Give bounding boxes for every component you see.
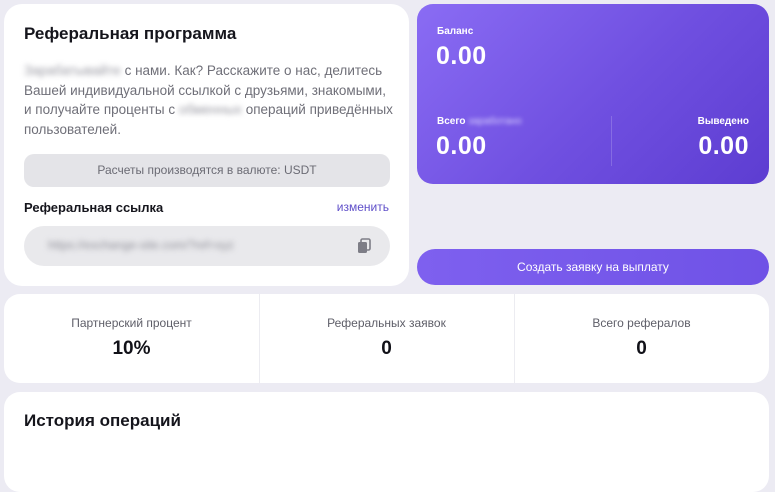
withdrawn-label: Выведено	[697, 116, 749, 127]
operation-history-card: История операций	[4, 392, 769, 492]
referral-link-value: https://exchange-site.com/?ref=xyz	[48, 238, 234, 252]
blurred-text: Зарабатывайте	[24, 63, 121, 78]
stats-card: Партнерский процент 10% Реферальных заяв…	[4, 294, 769, 383]
history-title: История операций	[24, 411, 181, 430]
balance-card: Баланс 0.00 Всего заработано 0.00 Выведе…	[417, 4, 769, 184]
stat-label: Всего рефералов	[592, 316, 691, 330]
balance-label: Баланс	[437, 26, 474, 37]
currency-note: Расчеты производятся в валюте: USDT	[24, 154, 390, 187]
stat-label: Партнерский процент	[71, 316, 192, 330]
referral-link-field[interactable]: https://exchange-site.com/?ref=xyz	[24, 226, 390, 266]
total-earned-value: 0.00	[436, 132, 487, 160]
stat-referral-requests: Реферальных заявок 0	[259, 294, 514, 383]
change-link-button[interactable]: изменить	[337, 200, 389, 214]
blurred-text: обменных	[178, 102, 242, 117]
balance-divider	[611, 116, 612, 166]
referral-title: Реферальная программа	[24, 24, 237, 43]
stat-total-referrals: Всего рефералов 0	[514, 294, 769, 383]
referral-description: Зарабатывайте с нами. Как? Расскажите о …	[24, 61, 394, 139]
copy-icon[interactable]	[357, 238, 371, 254]
stat-value: 0	[381, 338, 392, 359]
referral-card: Реферальная программа Зарабатывайте с на…	[4, 4, 409, 286]
stat-label: Реферальных заявок	[327, 316, 446, 330]
stat-value: 0	[636, 338, 647, 359]
create-payout-request-button[interactable]: Создать заявку на выплату	[417, 249, 769, 285]
referral-link-label: Реферальная ссылка	[24, 200, 164, 215]
stat-value: 10%	[112, 338, 151, 359]
stat-partner-percent: Партнерский процент 10%	[4, 294, 259, 383]
total-earned-label: Всего заработано	[437, 116, 522, 127]
withdrawn-value: 0.00	[698, 132, 749, 160]
balance-value: 0.00	[436, 42, 487, 70]
